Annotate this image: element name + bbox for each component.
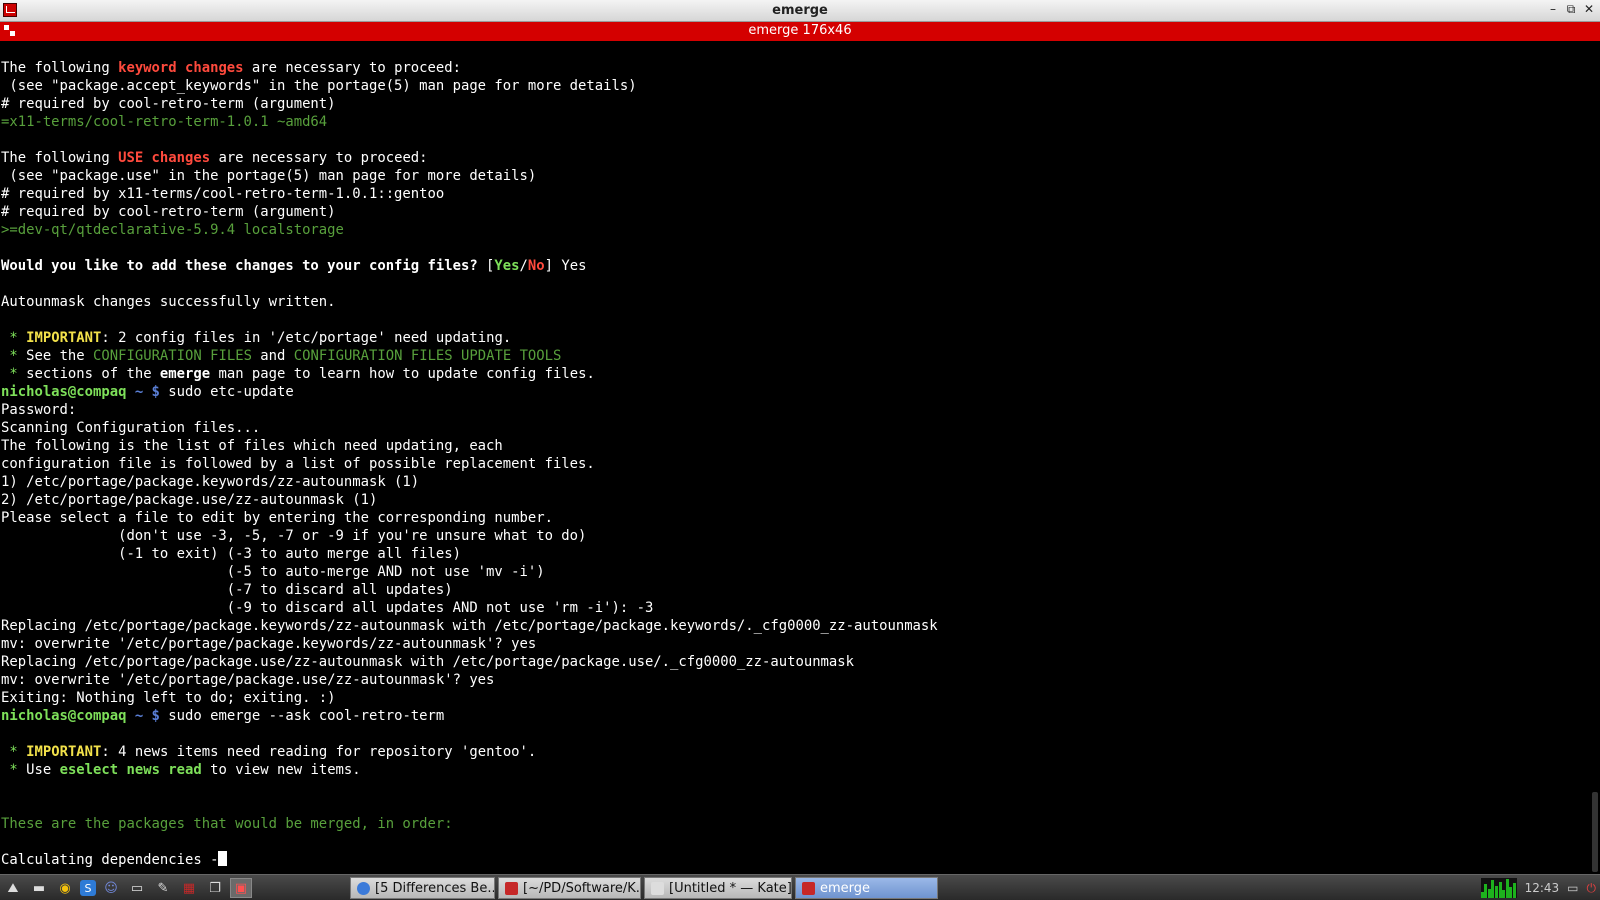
power-icon[interactable]: ⏻ xyxy=(1587,881,1597,896)
terminal-line: Replacing /etc/portage/package.keywords/… xyxy=(1,618,938,634)
minimize-button[interactable]: – xyxy=(1548,2,1558,17)
taskbar-task[interactable]: [Untitled * — Kate] xyxy=(644,877,792,899)
terminal-line: (see "package.accept_keywords" in the po… xyxy=(1,78,637,94)
clock[interactable]: 12:43 xyxy=(1525,881,1560,895)
terminal-line: * sections of the emerge man page to lea… xyxy=(9,366,595,382)
terminal-line: The following USE changes are necessary … xyxy=(1,150,428,166)
terminal-line: mv: overwrite '/etc/portage/package.use/… xyxy=(1,672,495,688)
skype-launcher-icon[interactable]: S xyxy=(80,880,96,896)
terminal-line: nicholas@compaq ~ $ sudo emerge --ask co… xyxy=(1,708,445,724)
maximize-button[interactable]: ⧉ xyxy=(1566,2,1576,17)
terminal-line: (see "package.use" in the portage(5) man… xyxy=(1,168,537,184)
task-app-icon xyxy=(802,881,815,895)
terminal-line: >=dev-qt/qtdeclarative-5.9.4 localstorag… xyxy=(1,222,344,238)
terminal-launcher-icon[interactable]: ▬ xyxy=(28,878,50,898)
terminal-line: (don't use -3, -5, -7 or -9 if you're un… xyxy=(1,528,587,544)
terminal-line: # required by cool-retro-term (argument) xyxy=(1,96,336,112)
terminal-line: * See the CONFIGURATION FILES and CONFIG… xyxy=(9,348,562,364)
terminal-line: Scanning Configuration files... xyxy=(1,420,261,436)
taskbar-task[interactable]: [5 Differences Be... xyxy=(350,877,495,899)
menu-launcher-icon[interactable]: ⛰ xyxy=(2,878,24,898)
files-launcher-icon[interactable]: ▭ xyxy=(126,878,148,898)
task-app-icon xyxy=(651,881,664,895)
system-tray: 12:43 ▭ ⏻ xyxy=(1480,877,1597,899)
close-button[interactable]: ✕ xyxy=(1584,2,1594,17)
window-titlebar[interactable]: emerge – ⧉ ✕ xyxy=(0,0,1600,22)
taskbar-task[interactable]: emerge xyxy=(795,877,938,899)
terminal-line: * IMPORTANT: 2 config files in '/etc/por… xyxy=(9,330,512,346)
scrollbar-thumb[interactable] xyxy=(1592,792,1598,872)
terminal-line: (-5 to auto-merge AND not use 'mv -i') xyxy=(1,564,545,580)
window-title: emerge xyxy=(772,3,828,18)
task-label: [~/PD/Software/K... xyxy=(523,880,641,896)
text-cursor xyxy=(218,851,228,866)
task-app-icon xyxy=(357,881,370,895)
task-list: [5 Differences Be... [~/PD/Software/K... [… xyxy=(350,877,938,899)
terminal-scrollbar[interactable] xyxy=(1590,41,1600,874)
task-app-icon xyxy=(505,881,518,895)
apps-launcher-icon[interactable]: ▦ xyxy=(178,878,200,898)
taskbar-task[interactable]: [~/PD/Software/K... xyxy=(498,877,641,899)
terminal-line: # required by x11-terms/cool-retro-term-… xyxy=(1,186,445,202)
terminal-line: (-7 to discard all updates) xyxy=(1,582,453,598)
task-label: [5 Differences Be... xyxy=(375,880,495,896)
terminal-line: The following keyword changes are necess… xyxy=(1,60,461,76)
terminal-line: Password: xyxy=(1,402,77,418)
terminal-line: 1) /etc/portage/package.keywords/zz-auto… xyxy=(1,474,420,490)
terminal-line: Would you like to add these changes to y… xyxy=(1,258,587,274)
editor-launcher-icon[interactable]: ✎ xyxy=(152,878,174,898)
task-label: [Untitled * — Kate] xyxy=(669,880,792,896)
discord-launcher-icon[interactable]: ☺ xyxy=(100,878,122,898)
terminal-line: Exiting: Nothing left to do; exiting. :) xyxy=(1,690,336,706)
terminal-line: mv: overwrite '/etc/portage/package.keyw… xyxy=(1,636,537,652)
terminal-text: The following keyword changes are necess… xyxy=(0,41,1590,869)
terminal-line: * Use eselect news read to view new item… xyxy=(9,762,361,778)
terminal-line: The following is the list of files which… xyxy=(1,438,503,454)
terminal-output[interactable]: The following keyword changes are necess… xyxy=(0,41,1590,874)
terminal-line: (-1 to exit) (-3 to auto merge all files… xyxy=(1,546,461,562)
display-icon[interactable]: ▭ xyxy=(1567,881,1578,895)
tab-bar[interactable]: emerge 176x46 xyxy=(0,22,1600,41)
terminal-line: =x11-terms/cool-retro-term-1.0.1 ~amd64 xyxy=(1,114,328,130)
terminal-line: * IMPORTANT: 4 news items need reading f… xyxy=(9,744,537,760)
terminal-line: Calculating dependencies - xyxy=(1,852,219,868)
terminal-line: (-9 to discard all updates AND not use '… xyxy=(1,600,654,616)
task-label: emerge xyxy=(820,880,871,896)
terminal-line: configuration file is followed by a list… xyxy=(1,456,595,472)
terminal-line: These are the packages that would be mer… xyxy=(1,816,453,832)
terminal-line: # required by cool-retro-term (argument) xyxy=(1,204,336,220)
terminal-line: 2) /etc/portage/package.use/zz-autounmas… xyxy=(1,492,378,508)
terminal-line: Replacing /etc/portage/package.use/zz-au… xyxy=(1,654,855,670)
launcher-tray: ⛰ ▬ ◉ S ☺ ▭ ✎ ▦ ❐ ▣ xyxy=(2,877,252,899)
window-controls: – ⧉ ✕ xyxy=(1548,2,1594,17)
terminal-line: nicholas@compaq ~ $ sudo etc-update xyxy=(1,384,294,400)
windows-launcher-icon[interactable]: ❐ xyxy=(204,878,226,898)
terminal-line: Please select a file to edit by entering… xyxy=(1,510,553,526)
terminal-line: Autounmask changes successfully written. xyxy=(1,294,336,310)
cpu-monitor-icon[interactable] xyxy=(1480,878,1517,898)
konsole-launcher-icon[interactable]: ▣ xyxy=(230,878,252,898)
tab-title[interactable]: emerge 176x46 xyxy=(0,23,1600,38)
taskbar: ⛰ ▬ ◉ S ☺ ▭ ✎ ▦ ❐ ▣ [5 Differences Be... [~/PD/Sof… xyxy=(0,874,1600,900)
chrome-launcher-icon[interactable]: ◉ xyxy=(54,878,76,898)
